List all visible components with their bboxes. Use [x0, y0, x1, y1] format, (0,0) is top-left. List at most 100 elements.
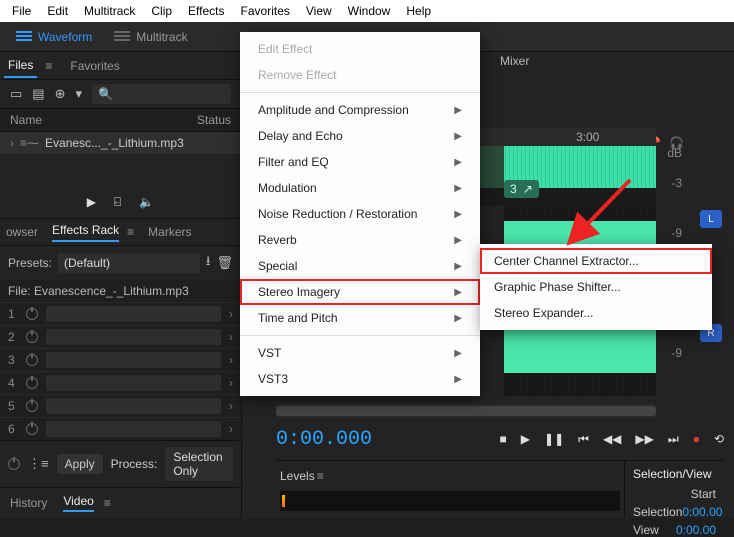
- menu-clip[interactable]: Clip: [143, 1, 180, 21]
- mix-icon[interactable]: ⋮≡: [28, 456, 49, 472]
- effect-slot[interactable]: 5›: [0, 394, 241, 417]
- selection-start[interactable]: 0:00.00: [682, 505, 722, 519]
- transport-row: 0:00.000 ■ ▶ ❚❚ ⏮ ◀◀ ▶▶ ⏭ ● ⟲: [276, 422, 724, 456]
- menu-edit[interactable]: Edit: [39, 1, 76, 21]
- loop-icon[interactable]: ⟲: [714, 432, 724, 446]
- tab-menu-icon[interactable]: ≡: [45, 59, 52, 73]
- chevron-right-icon[interactable]: ›: [229, 422, 233, 436]
- menu-stereo-imagery[interactable]: Stereo Imagery▶: [240, 279, 480, 305]
- slot-body[interactable]: [46, 306, 221, 322]
- menu-reverb[interactable]: Reverb▶: [240, 227, 480, 253]
- power-icon[interactable]: [26, 354, 38, 366]
- menu-file[interactable]: File: [4, 1, 39, 21]
- record-icon[interactable]: ●: [693, 432, 700, 446]
- effect-slot[interactable]: 3›: [0, 348, 241, 371]
- channel-l-badge[interactable]: L: [700, 210, 722, 228]
- menu-time-pitch[interactable]: Time and Pitch▶: [240, 305, 480, 331]
- power-icon[interactable]: [26, 423, 38, 435]
- pause-icon[interactable]: ❚❚: [544, 432, 564, 446]
- menu-vst[interactable]: VST▶: [240, 340, 480, 366]
- menu-special[interactable]: Special▶: [240, 253, 480, 279]
- power-icon[interactable]: [26, 331, 38, 343]
- menu-favorites[interactable]: Favorites: [233, 1, 298, 21]
- tab-markers[interactable]: Markers: [148, 225, 191, 239]
- chevron-right-icon[interactable]: ›: [229, 330, 233, 344]
- menu-stereo-expander[interactable]: Stereo Expander...: [480, 300, 712, 326]
- menu-amplitude[interactable]: Amplitude and Compression▶: [240, 97, 480, 123]
- effect-slot[interactable]: 6›: [0, 417, 241, 440]
- fast-forward-icon[interactable]: ▶▶: [635, 432, 653, 446]
- delete-preset-icon[interactable]: 🗑: [216, 255, 233, 271]
- rack-power-icon[interactable]: [8, 458, 20, 470]
- play-icon[interactable]: ▶: [521, 432, 530, 446]
- menu-view[interactable]: View: [298, 1, 340, 21]
- preset-select[interactable]: (Default): [58, 253, 200, 273]
- apply-button[interactable]: Apply: [57, 454, 103, 474]
- slot-body[interactable]: [46, 421, 221, 437]
- tab-video[interactable]: Video: [63, 494, 93, 512]
- effect-slot[interactable]: 4›: [0, 371, 241, 394]
- scroll-thumb[interactable]: [276, 406, 656, 416]
- expand-icon[interactable]: ›: [10, 136, 14, 150]
- search-input[interactable]: 🔍: [92, 84, 231, 104]
- menu-help[interactable]: Help: [398, 1, 439, 21]
- power-icon[interactable]: [26, 377, 38, 389]
- mode-multitrack-button[interactable]: Multitrack: [106, 26, 195, 48]
- transport-controls: ■ ▶ ❚❚ ⏮ ◀◀ ▶▶ ⏭ ● ⟲: [500, 432, 724, 447]
- new-file-icon[interactable]: ▤: [32, 86, 44, 102]
- menu-multitrack[interactable]: Multitrack: [76, 1, 143, 21]
- chevron-right-icon[interactable]: ›: [229, 399, 233, 413]
- menu-filter-eq[interactable]: Filter and EQ▶: [240, 149, 480, 175]
- autoplay-icon[interactable]: 🔈: [139, 195, 154, 210]
- mode-waveform-label: Waveform: [38, 30, 92, 44]
- clip-badge[interactable]: 3 ↗: [504, 180, 539, 198]
- process-select[interactable]: Selection Only: [165, 447, 233, 481]
- rewind-icon[interactable]: ◀◀: [603, 432, 621, 446]
- stop-icon[interactable]: ■: [500, 432, 507, 446]
- chevron-right-icon[interactable]: ›: [229, 376, 233, 390]
- skip-start-icon[interactable]: ⏮: [578, 432, 589, 447]
- menu-delay-echo[interactable]: Delay and Echo▶: [240, 123, 480, 149]
- skip-end-icon[interactable]: ⏭: [668, 432, 679, 447]
- tab-favorites[interactable]: Favorites: [66, 55, 123, 77]
- menu-center-channel-extractor[interactable]: Center Channel Extractor...: [480, 248, 712, 274]
- tab-browser[interactable]: owser: [6, 225, 38, 239]
- col-name[interactable]: Name: [10, 113, 42, 127]
- effect-slot[interactable]: 2›: [0, 325, 241, 348]
- horizontal-scrollbar[interactable]: [276, 404, 656, 418]
- power-icon[interactable]: [26, 400, 38, 412]
- chevron-right-icon[interactable]: ›: [229, 307, 233, 321]
- view-start[interactable]: 0:00.00: [676, 523, 716, 537]
- slot-body[interactable]: [46, 375, 221, 391]
- col-status[interactable]: Status: [197, 113, 231, 127]
- tab-files[interactable]: Files: [4, 54, 37, 78]
- lower-panels: Levels ≡ Selection/View Start Selection0…: [276, 460, 724, 518]
- menu-vst3[interactable]: VST3▶: [240, 366, 480, 392]
- power-icon[interactable]: [26, 308, 38, 320]
- loop-icon[interactable]: ⍇: [114, 195, 121, 210]
- tab-menu-icon[interactable]: ≡: [127, 225, 134, 239]
- save-preset-icon[interactable]: ⭳: [206, 252, 211, 274]
- menu-graphic-phase-shifter[interactable]: Graphic Phase Shifter...: [480, 274, 712, 300]
- effect-slot[interactable]: 1›: [0, 302, 241, 325]
- slot-body[interactable]: [46, 398, 221, 414]
- timecode[interactable]: 0:00.000: [276, 428, 372, 451]
- menu-effects[interactable]: Effects: [180, 1, 232, 21]
- menu-window[interactable]: Window: [340, 1, 399, 21]
- tab-mixer[interactable]: Mixer: [500, 54, 529, 68]
- tab-menu-icon[interactable]: ≡: [317, 469, 324, 483]
- menu-modulation[interactable]: Modulation▶: [240, 175, 480, 201]
- chevron-right-icon[interactable]: ›: [229, 353, 233, 367]
- record-file-icon[interactable]: ⊕: [55, 86, 66, 102]
- slot-body[interactable]: [46, 329, 221, 345]
- mode-waveform-button[interactable]: Waveform: [8, 26, 100, 48]
- slot-body[interactable]: [46, 352, 221, 368]
- filter-icon[interactable]: ▾: [76, 86, 83, 102]
- tab-effects-rack[interactable]: Effects Rack: [52, 223, 119, 242]
- tab-history[interactable]: History: [10, 496, 47, 510]
- file-row[interactable]: › ≡⁓ Evanesc..._-_Lithium.mp3: [0, 132, 241, 154]
- open-file-icon[interactable]: ▭: [10, 86, 22, 102]
- menu-noise-reduction[interactable]: Noise Reduction / Restoration▶: [240, 201, 480, 227]
- tab-menu-icon[interactable]: ≡: [104, 496, 111, 510]
- play-icon[interactable]: ▶: [87, 195, 96, 210]
